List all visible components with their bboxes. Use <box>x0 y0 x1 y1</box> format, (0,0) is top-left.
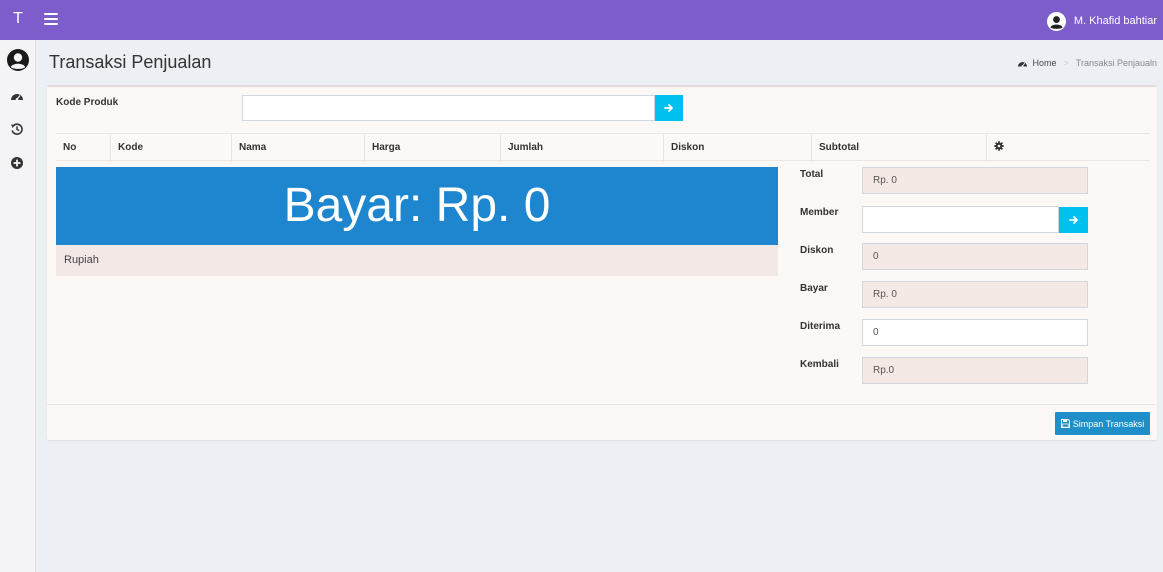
breadcrumb-separator: > <box>1063 58 1069 68</box>
breadcrumb-home-label: Home <box>1032 58 1057 68</box>
column-header-diskon: Diskon <box>663 134 810 162</box>
history-icon[interactable] <box>10 122 24 136</box>
breadcrumb: Home > Transaksi Penjaualn <box>1017 58 1157 68</box>
column-header-subtotal: Subtotal <box>811 134 985 162</box>
arrow-right-icon <box>664 104 673 112</box>
total-field: Rp. 0 <box>862 167 1088 194</box>
member-label: Member <box>800 207 839 218</box>
kembali-field: Rp.0 <box>862 357 1088 384</box>
table-header: No Kode Nama Harga Jumlah Diskon Subtota… <box>56 133 1150 162</box>
column-header-jumlah: Jumlah <box>500 134 662 162</box>
user-name: M. Khafid bahtiar <box>1073 15 1157 27</box>
transaction-panel: Kode Produk No Kode Nama Harga Jumlah Di… <box>47 85 1157 440</box>
sidebar <box>0 40 36 572</box>
panel-footer-divider <box>47 404 1157 405</box>
user-menu[interactable]: M. Khafid bahtiar <box>1046 10 1157 32</box>
column-header-no: No <box>63 142 77 153</box>
column-header-action <box>986 134 1150 162</box>
kembali-label: Kembali <box>800 359 839 370</box>
breadcrumb-home-link[interactable]: Home <box>1017 58 1057 68</box>
save-icon <box>1060 419 1070 428</box>
member-input[interactable] <box>862 206 1059 233</box>
column-header-harga: Harga <box>364 134 499 162</box>
sidebar-avatar-icon <box>7 49 29 71</box>
kode-produk-label: Kode Produk <box>56 97 119 108</box>
bayar-field: Rp. 0 <box>862 281 1088 308</box>
bayar-display: Bayar: Rp. 0 <box>56 167 778 245</box>
column-header-kode: Kode <box>110 134 230 162</box>
dashboard-icon <box>1017 61 1027 67</box>
gear-icon <box>994 141 1004 151</box>
bayar-label: Bayar <box>800 283 828 294</box>
bayar-caption: Rupiah <box>56 245 778 276</box>
total-label: Total <box>800 169 824 180</box>
top-navbar: T M. Khafid bahtiar <box>0 0 1163 40</box>
add-circle-icon[interactable] <box>10 156 24 170</box>
simpan-transaksi-button[interactable]: Simpan Transaksi <box>1055 412 1150 435</box>
member-submit-button[interactable] <box>1059 207 1088 233</box>
sidebar-toggle-icon[interactable] <box>44 13 58 27</box>
dashboard-icon[interactable] <box>10 90 24 104</box>
arrow-right-icon <box>1068 216 1078 224</box>
diterima-input[interactable]: 0 <box>862 319 1088 346</box>
diskon-field: 0 <box>862 243 1088 270</box>
kode-produk-submit-button[interactable] <box>655 95 683 121</box>
breadcrumb-current: Transaksi Penjaualn <box>1075 58 1157 68</box>
simpan-transaksi-label: Simpan Transaksi <box>1072 418 1145 429</box>
user-avatar-icon <box>1046 11 1066 31</box>
diterima-label: Diterima <box>800 321 841 332</box>
column-header-nama: Nama <box>231 134 363 162</box>
kode-produk-input[interactable] <box>242 95 655 121</box>
page-title: Transaksi Penjualan <box>49 52 212 72</box>
app-logo[interactable]: T <box>0 0 36 40</box>
diskon-label: Diskon <box>800 245 834 256</box>
